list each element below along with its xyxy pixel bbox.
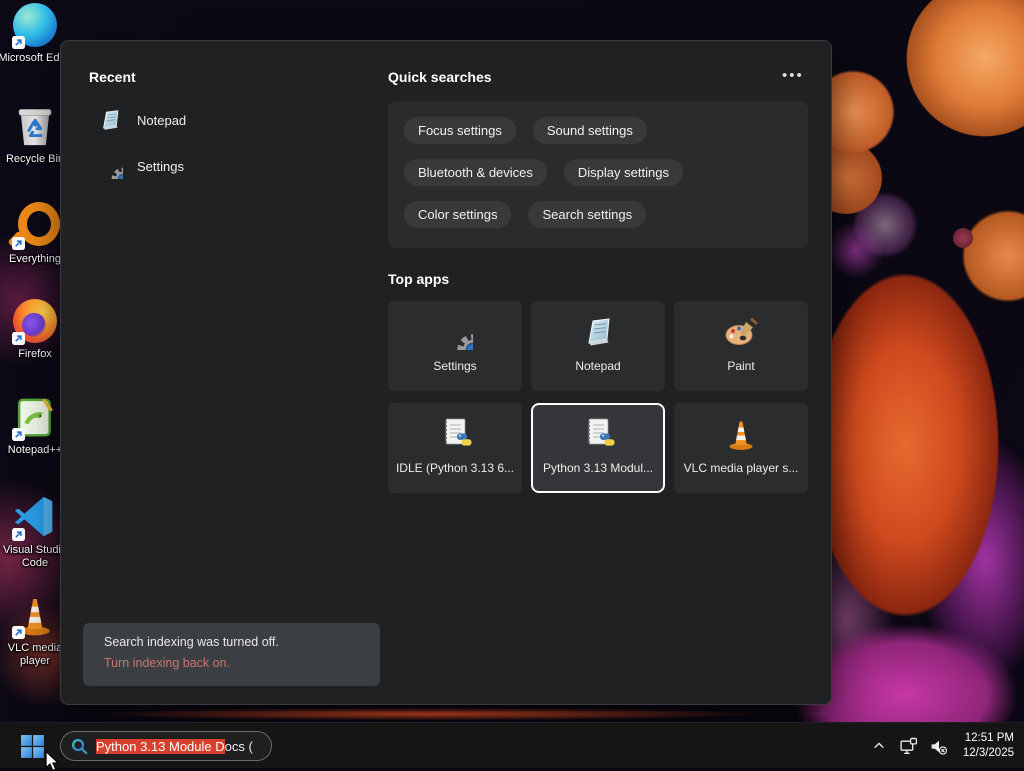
notepad-plus-plus-icon [10, 392, 60, 442]
quick-search-pill[interactable]: Bluetooth & devices [404, 159, 547, 186]
app-tile-python-module-docs[interactable]: Python 3.13 Modul... [531, 403, 665, 493]
search-icon [72, 738, 88, 754]
shortcut-arrow-icon [12, 528, 25, 541]
quick-searches-title: Quick searches [388, 69, 492, 85]
gear-icon [97, 153, 123, 179]
search-input-text: Python 3.13 Module Docs ( [96, 738, 253, 754]
firefox-icon [10, 296, 60, 346]
recent-item-label: Settings [137, 158, 184, 174]
top-apps-title: Top apps [388, 271, 450, 287]
indexing-notice-message: Search indexing was turned off. [104, 635, 279, 649]
quick-searches-card: Focus settings Sound settings Bluetooth … [388, 101, 808, 248]
recent-item-settings[interactable]: Settings [89, 143, 369, 189]
tray-volume-mute-icon[interactable] [929, 736, 949, 756]
tray-chevron-up-icon[interactable] [869, 736, 889, 756]
desktop-icon-label: Notepad++ [7, 444, 63, 456]
recent-item-notepad[interactable]: Notepad [89, 97, 369, 143]
ellipsis-icon: ••• [782, 67, 804, 84]
app-tile-notepad[interactable]: Notepad [531, 301, 665, 391]
quick-search-pill[interactable]: Sound settings [532, 117, 647, 144]
app-tile-label: Settings [433, 359, 477, 373]
app-tile-idle-python[interactable]: IDLE (Python 3.13 6... [388, 403, 522, 493]
indexing-notice: Search indexing was turned off. Turn ind… [83, 623, 380, 686]
clock-time: 12:51 PM [964, 732, 1014, 744]
shortcut-arrow-icon [12, 626, 25, 639]
gear-icon [437, 314, 473, 350]
shortcut-arrow-icon [12, 36, 25, 49]
tray-network-icon[interactable] [899, 736, 919, 756]
quick-search-pill[interactable]: Focus settings [404, 117, 516, 144]
python-document-icon [580, 416, 616, 452]
windows-logo-icon [20, 734, 44, 758]
edge-icon [10, 0, 60, 50]
taskbar: Python 3.13 Module Docs ( 12:51 PM 12/3/… [0, 722, 1024, 768]
turn-indexing-on-link[interactable]: Turn indexing back on. [104, 656, 380, 670]
app-tile-label: IDLE (Python 3.13 6... [395, 461, 515, 475]
desktop-icon-label: Recycle Bin [5, 153, 65, 165]
quick-search-pill[interactable]: Color settings [404, 201, 512, 228]
notepad-icon [580, 314, 616, 350]
recent-section-title: Recent [89, 69, 136, 85]
selected-text: Python 3.13 Module D [96, 738, 225, 754]
taskbar-clock[interactable]: 12:51 PM 12/3/2025 [963, 731, 1014, 761]
shortcut-arrow-icon [12, 332, 25, 345]
app-tile-paint[interactable]: Paint [674, 301, 808, 391]
desktop-icon-label: Firefox [18, 348, 52, 360]
clock-date: 12/3/2025 [962, 747, 1014, 759]
unselected-text: ocs ( [224, 738, 253, 754]
app-tile-label: Python 3.13 Modul... [542, 461, 654, 475]
paint-palette-icon [725, 318, 758, 345]
app-tile-label: VLC media player s... [683, 461, 799, 475]
shortcut-arrow-icon [12, 428, 25, 441]
top-apps-grid: Settings Notepad Paint IDLE (Python 3.13… [388, 301, 808, 493]
system-tray: 12:51 PM 12/3/2025 [869, 723, 1014, 769]
more-options-button[interactable]: ••• [776, 65, 810, 86]
shortcut-arrow-icon [12, 237, 25, 250]
vlc-icon [10, 590, 60, 640]
vscode-icon [10, 492, 60, 542]
search-flyout-panel: Recent Notepad Settings Quick searches •… [60, 40, 832, 705]
taskbar-search-box[interactable]: Python 3.13 Module Docs ( [60, 731, 272, 761]
app-tile-label: Notepad [575, 359, 621, 373]
recent-list: Notepad Settings [89, 97, 369, 189]
recycle-bin-icon [10, 101, 60, 151]
desktop-icon-label: Everything [9, 253, 61, 265]
notepad-icon [97, 107, 123, 133]
app-tile-vlc-skinned[interactable]: VLC media player s... [674, 403, 808, 493]
vlc-cone-icon [723, 416, 759, 452]
quick-search-pill[interactable]: Display settings [563, 159, 683, 186]
quick-search-pill[interactable]: Search settings [528, 201, 647, 228]
app-tile-label: Paint [727, 359, 755, 373]
everything-icon [10, 201, 60, 251]
python-document-icon [437, 416, 473, 452]
app-tile-settings[interactable]: Settings [388, 301, 522, 391]
recent-item-label: Notepad [137, 112, 187, 128]
mouse-cursor [45, 751, 59, 771]
